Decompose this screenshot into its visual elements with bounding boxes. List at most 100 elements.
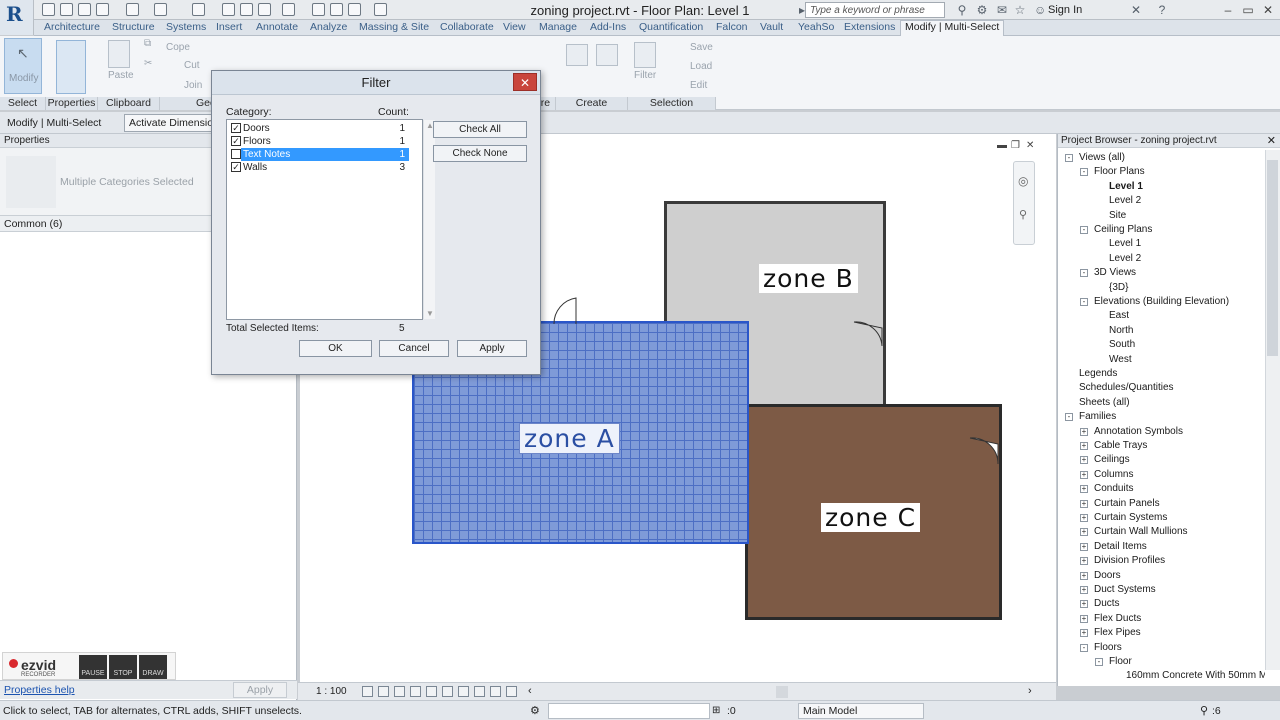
category-list[interactable]: ▲ ▼ ✓ Doors 1 ✓ Floors 1 Text Notes 1 ✓ Walls 3 xyxy=(226,119,435,320)
sync-icon[interactable] xyxy=(96,3,109,16)
ezvid-pause-button[interactable]: PAUSE xyxy=(79,655,107,679)
scroll-right-icon[interactable]: › xyxy=(1028,685,1032,697)
tab-structure[interactable]: Structure xyxy=(112,21,155,33)
analytical-model-icon[interactable] xyxy=(490,686,501,697)
collapse-icon[interactable]: - xyxy=(1080,643,1088,652)
thin-lines-icon[interactable] xyxy=(330,3,343,16)
collapse-icon[interactable]: - xyxy=(1080,298,1088,306)
workset-icon[interactable]: ⚙ xyxy=(530,704,540,717)
save-selection-button[interactable]: Save xyxy=(690,42,713,53)
browser-item[interactable]: Views (all) xyxy=(1079,152,1125,163)
browser-item[interactable]: {3D} xyxy=(1109,282,1128,293)
tab-vault[interactable]: Vault xyxy=(760,21,783,33)
expand-icon[interactable]: + xyxy=(1080,586,1088,594)
category-checkbox[interactable]: ✓ xyxy=(231,136,241,146)
browser-item[interactable]: West xyxy=(1109,354,1132,365)
browser-item[interactable]: Detail Items xyxy=(1094,541,1147,552)
tab-yeahso[interactable]: YeahSo xyxy=(798,21,834,33)
scroll-down-icon[interactable]: ▼ xyxy=(426,309,434,318)
zoom-icon[interactable]: ⚲ xyxy=(1019,208,1027,221)
reveal-hidden-icon[interactable] xyxy=(474,686,485,697)
subscription-icon[interactable]: ⚙ xyxy=(976,4,988,16)
collapse-icon[interactable]: - xyxy=(1065,154,1073,162)
browser-item[interactable]: Curtain Wall Mullions xyxy=(1094,526,1188,537)
show-crop-icon[interactable] xyxy=(442,686,453,697)
save-icon[interactable] xyxy=(78,3,91,16)
zone-a-label[interactable]: zone A xyxy=(519,423,620,454)
text-icon[interactable] xyxy=(258,3,271,16)
browser-item[interactable]: Level 2 xyxy=(1109,253,1141,264)
crop-view-icon[interactable] xyxy=(426,686,437,697)
properties-apply-button[interactable]: Apply xyxy=(233,682,287,698)
category-row[interactable]: Text Notes 1 xyxy=(229,148,409,161)
browser-item[interactable]: Ceiling Plans xyxy=(1094,224,1152,235)
navigation-bar[interactable]: ◎ ⚲ xyxy=(1013,161,1035,245)
modify-button[interactable]: ↖ Modify xyxy=(4,38,42,94)
minimize-button[interactable]: – xyxy=(1218,2,1238,18)
sun-path-icon[interactable] xyxy=(394,686,405,697)
activate-dimensions-button[interactable]: Activate Dimensions xyxy=(124,114,216,132)
browser-item[interactable]: Level 2 xyxy=(1109,195,1141,206)
category-row[interactable]: ✓ Doors 1 xyxy=(229,122,409,135)
expand-icon[interactable]: + xyxy=(1080,456,1088,465)
browser-item[interactable]: Floors xyxy=(1094,642,1122,653)
browser-item[interactable]: Cable Trays xyxy=(1094,440,1147,451)
tab-insert[interactable]: Insert xyxy=(216,21,242,33)
paste-label[interactable]: Paste xyxy=(108,70,134,81)
expand-icon[interactable]: + xyxy=(1080,542,1088,551)
exchange-icon[interactable]: ✕ xyxy=(1130,4,1142,16)
ezvid-draw-button[interactable]: DRAW xyxy=(139,655,167,679)
scroll-left-icon[interactable]: ‹ xyxy=(528,685,532,697)
browser-item[interactable]: Division Profiles xyxy=(1094,555,1165,566)
browser-item[interactable]: Ceilings xyxy=(1094,454,1130,465)
collapse-icon[interactable]: - xyxy=(1080,168,1088,177)
tab-view[interactable]: View xyxy=(503,21,526,33)
view-restore-icon[interactable]: ❐ xyxy=(1011,140,1020,151)
browser-item[interactable]: Site xyxy=(1109,210,1126,221)
check-all-button[interactable]: Check All xyxy=(433,121,527,138)
tab-architecture[interactable]: Architecture xyxy=(44,21,100,33)
expand-icon[interactable]: + xyxy=(1080,499,1088,508)
redo-icon[interactable] xyxy=(154,3,167,16)
group-icon[interactable] xyxy=(596,44,618,66)
door-swing-c[interactable] xyxy=(968,436,1002,466)
browser-item[interactable]: Columns xyxy=(1094,469,1133,480)
browser-item[interactable]: North xyxy=(1109,325,1133,336)
cope-button[interactable]: Cope xyxy=(166,42,190,53)
collapse-icon[interactable]: - xyxy=(1080,226,1088,234)
browser-item[interactable]: Sheets (all) xyxy=(1079,397,1130,408)
properties-help-link[interactable]: Properties help xyxy=(4,684,75,696)
tab-massing-site[interactable]: Massing & Site xyxy=(359,21,429,33)
tab-systems[interactable]: Systems xyxy=(166,21,206,33)
view-minimize-icon[interactable]: ▬ xyxy=(997,140,1007,151)
temporary-hide-icon[interactable] xyxy=(458,686,469,697)
favorites-icon[interactable]: ☆ xyxy=(1014,4,1026,16)
door-swing-b[interactable] xyxy=(852,320,886,350)
filter-button[interactable]: Filter xyxy=(634,70,656,81)
close-window-button[interactable]: ✕ xyxy=(1258,2,1278,18)
panel-select[interactable]: Select xyxy=(0,97,46,110)
zone-b-label[interactable]: zone B xyxy=(759,264,858,293)
browser-item[interactable]: Schedules/Quantities xyxy=(1079,382,1174,393)
cancel-button[interactable]: Cancel xyxy=(379,340,449,357)
expand-icon[interactable]: + xyxy=(1080,571,1088,580)
browser-item[interactable]: 3D Views xyxy=(1094,267,1136,278)
door-swing[interactable] xyxy=(550,294,582,326)
measure-icon[interactable] xyxy=(192,3,205,16)
browser-item[interactable]: Annotation Symbols xyxy=(1094,426,1183,437)
filter-icon[interactable] xyxy=(634,42,656,68)
browser-item[interactable]: Floor xyxy=(1109,656,1132,667)
switch-windows-icon[interactable] xyxy=(374,3,387,16)
expand-icon[interactable]: + xyxy=(1080,514,1088,522)
collapse-icon[interactable]: - xyxy=(1065,413,1073,422)
browser-item[interactable]: Families xyxy=(1079,411,1116,422)
cut-button[interactable]: Cut xyxy=(184,60,200,71)
tab-analyze[interactable]: Analyze xyxy=(310,21,347,33)
view-close-icon[interactable]: ✕ xyxy=(1026,140,1034,151)
browser-item[interactable]: Elevations (Building Elevation) xyxy=(1094,296,1229,307)
expand-icon[interactable]: + xyxy=(1080,600,1088,609)
detail-level-icon[interactable] xyxy=(362,686,373,697)
browser-item[interactable]: Legends xyxy=(1079,368,1117,379)
tag-icon[interactable] xyxy=(240,3,253,16)
close-hidden-icon[interactable] xyxy=(348,3,361,16)
